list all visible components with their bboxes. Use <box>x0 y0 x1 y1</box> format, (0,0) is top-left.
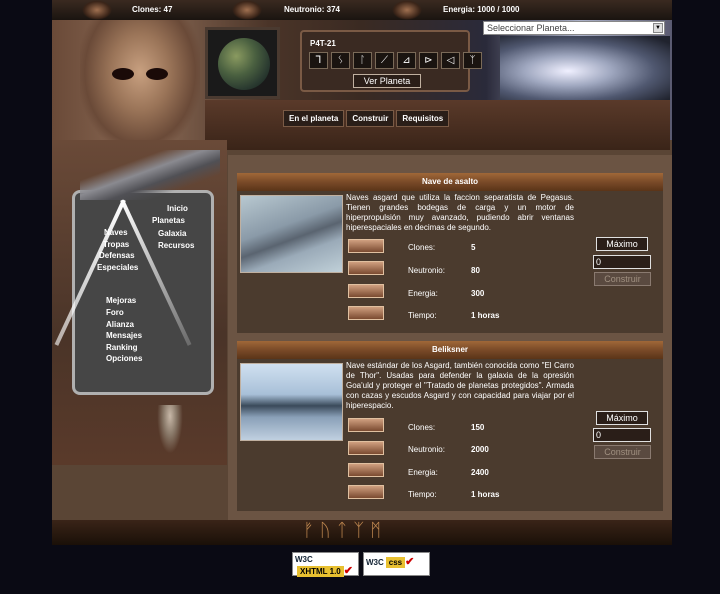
tiempo-icon <box>348 306 384 320</box>
w3c-logo: W3C <box>295 555 313 564</box>
tab-en-el-planeta[interactable]: En el planeta <box>283 110 345 127</box>
tiempo-value: 1 horas <box>471 311 500 320</box>
nav-foro[interactable]: Foro <box>106 308 124 317</box>
alien-eye-left <box>112 68 134 80</box>
grey-alien-figure <box>155 405 185 460</box>
gate-address-glyphs: ⅂ ᛊ ᛚ ⟋ ⊿ ⊳ ◁ ᛉ <box>309 52 482 69</box>
nav-planetas[interactable]: Planetas <box>152 216 185 225</box>
planet-thumbnail[interactable] <box>205 27 280 99</box>
ship-decoration <box>80 150 220 200</box>
view-planet-button[interactable]: Ver Planeta <box>353 74 421 88</box>
tiempo-icon <box>348 485 384 499</box>
nav-panel <box>72 190 214 395</box>
build-button[interactable]: Construir <box>594 272 651 286</box>
clones-value: 5 <box>471 243 476 252</box>
planet-select[interactable]: Seleccionar Planeta... ▼ <box>483 21 665 35</box>
tiempo-value: 1 horas <box>471 490 500 499</box>
ship-card: Beliksner Nave estándar de los Asgard, t… <box>237 341 663 511</box>
glyph-icon: ⅂ <box>309 52 328 69</box>
chevron-down-icon[interactable]: ▼ <box>653 23 663 33</box>
quantity-input[interactable]: 0 <box>593 255 651 269</box>
planet-select-value: Seleccionar Planeta... <box>487 23 575 33</box>
ship-title: Nave de asalto <box>237 173 663 191</box>
ship-image <box>240 195 343 273</box>
ship-card: Nave de asalto Naves asgard que utiliza … <box>237 173 663 333</box>
alien-eye-right <box>146 68 168 80</box>
planet-address-panel: P4T-21 ⅂ ᛊ ᛚ ⟋ ⊿ ⊳ ◁ ᛉ Ver Planeta <box>300 30 482 92</box>
resource-bar: Clones: 47 Neutronio: 374 Energia: 1000 … <box>52 0 672 20</box>
section-tabs: En el planeta Construir Requisitos <box>283 110 450 127</box>
glyph-icon: ⟋ <box>375 52 394 69</box>
energia-label: Energia: <box>408 468 438 477</box>
nav-alianza[interactable]: Alianza <box>106 320 134 329</box>
glyph-icon: ᛚ <box>353 52 372 69</box>
nav-mejoras[interactable]: Mejoras <box>106 296 136 305</box>
ornament-right <box>392 0 422 20</box>
nav-inicio[interactable]: Inicio <box>167 204 188 213</box>
nav-recursos[interactable]: Recursos <box>158 241 194 250</box>
clones-label: Clones: <box>408 243 436 252</box>
tab-construir[interactable]: Construir <box>346 110 395 127</box>
energia-stat: Energia: 1000 / 1000 <box>443 5 520 14</box>
energia-icon <box>348 463 384 477</box>
ornament-left <box>82 0 112 20</box>
ship-description: Nave estándar de los Asgard, también con… <box>346 361 574 410</box>
xhtml-label: XHTML 1.0 <box>297 566 344 577</box>
neutronio-value: 80 <box>471 266 480 275</box>
max-button[interactable]: Máximo <box>596 237 648 251</box>
energia-value: 300 <box>471 289 485 298</box>
energia-icon <box>348 284 384 298</box>
footer-runes: ᚠᚢᛏᛉᛗ <box>303 520 387 541</box>
clones-icon <box>348 418 384 432</box>
css-label: css <box>385 557 406 568</box>
clones-label: Clones: <box>408 423 436 432</box>
alien-portrait <box>80 20 200 150</box>
neutronio-icon <box>348 261 384 275</box>
planet-name: P4T-21 <box>310 39 336 48</box>
glyph-icon: ◁ <box>441 52 460 69</box>
quantity-input[interactable]: 0 <box>593 428 651 442</box>
ship-description: Naves asgard que utiliza la faccion sepa… <box>346 193 574 232</box>
w3c-xhtml-badge[interactable]: W3C XHTML 1.0 ✔ <box>292 552 359 577</box>
checkmark-icon: ✔ <box>405 556 415 568</box>
clones-value: 150 <box>471 423 485 432</box>
nav-tropas[interactable]: Tropas <box>103 240 129 249</box>
tab-requisitos[interactable]: Requisitos <box>396 110 450 127</box>
neutronio-icon <box>348 441 384 455</box>
neutronio-label: Neutronio: <box>408 445 445 454</box>
neutronio-stat: Neutronio: 374 <box>284 5 341 14</box>
ship-image <box>240 363 343 441</box>
w3c-logo: W3C <box>366 558 384 567</box>
checkmark-icon: ✔ <box>343 565 353 577</box>
stargate-tunnel-image <box>500 36 670 106</box>
energia-value: 2400 <box>471 468 489 477</box>
neutronio-value: 2000 <box>471 445 489 454</box>
ship-title: Beliksner <box>237 341 663 359</box>
max-button[interactable]: Máximo <box>596 411 648 425</box>
neutronio-label: Neutronio: <box>408 266 445 275</box>
clones-stat: Clones: 47 <box>132 5 173 14</box>
glyph-icon: ᛉ <box>463 52 482 69</box>
ornament-mid <box>232 0 262 20</box>
tiempo-label: Tiempo: <box>408 490 437 499</box>
nav-ranking[interactable]: Ranking <box>106 343 138 352</box>
energia-label: Energia: <box>408 289 438 298</box>
nav-galaxia[interactable]: Galaxia <box>158 229 186 238</box>
tiempo-label: Tiempo: <box>408 311 437 320</box>
planet-icon <box>218 38 270 90</box>
nav-defensas[interactable]: Defensas <box>99 251 135 260</box>
glyph-icon: ⊳ <box>419 52 438 69</box>
glyph-icon: ⊿ <box>397 52 416 69</box>
nav-opciones[interactable]: Opciones <box>106 354 142 363</box>
nav-mensajes[interactable]: Mensajes <box>106 331 142 340</box>
nav-naves[interactable]: Naves <box>104 228 128 237</box>
build-button[interactable]: Construir <box>594 445 651 459</box>
w3c-css-badge[interactable]: W3C css ✔ <box>363 552 430 576</box>
glyph-icon: ᛊ <box>331 52 350 69</box>
clones-icon <box>348 239 384 253</box>
nav-especiales[interactable]: Especiales <box>97 263 138 272</box>
